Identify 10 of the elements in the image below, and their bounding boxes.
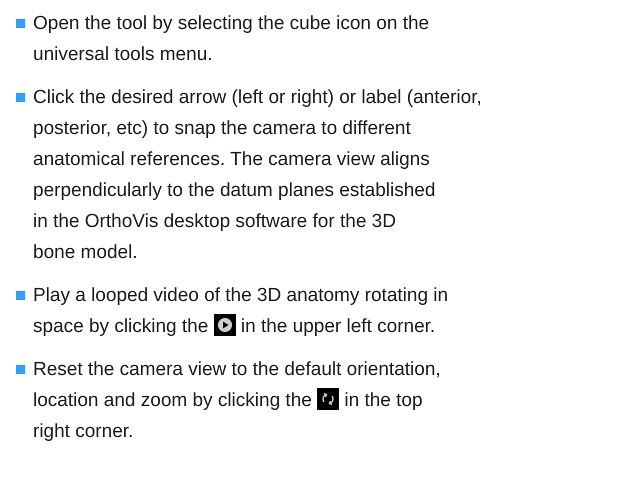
bullet-icon [16, 291, 25, 300]
refresh-icon [317, 388, 340, 410]
bullet-icon [16, 365, 25, 374]
bullet-icon [16, 93, 25, 102]
step-text: Reset the camera view to the default orientation, location and zoom by clicking the in the top right corner. [33, 358, 441, 444]
step-text: Play a looped video of the 3D anatomy rotating in space by clicking the in the upper left corner. [33, 284, 448, 339]
step-text: Open the tool by selecting the cube icon on the universal tools menu. [33, 12, 430, 67]
bullet-icon [16, 19, 25, 28]
step-text: Click the desired arrow (left or right) or label (anterior, posterior, etc) to snap the camera to different anatomical references. The camera view aligns perpendicularly to the datum planes established in the OrthoVis desktop software for the 3D bone model. [33, 86, 482, 265]
play-icon [214, 314, 236, 336]
